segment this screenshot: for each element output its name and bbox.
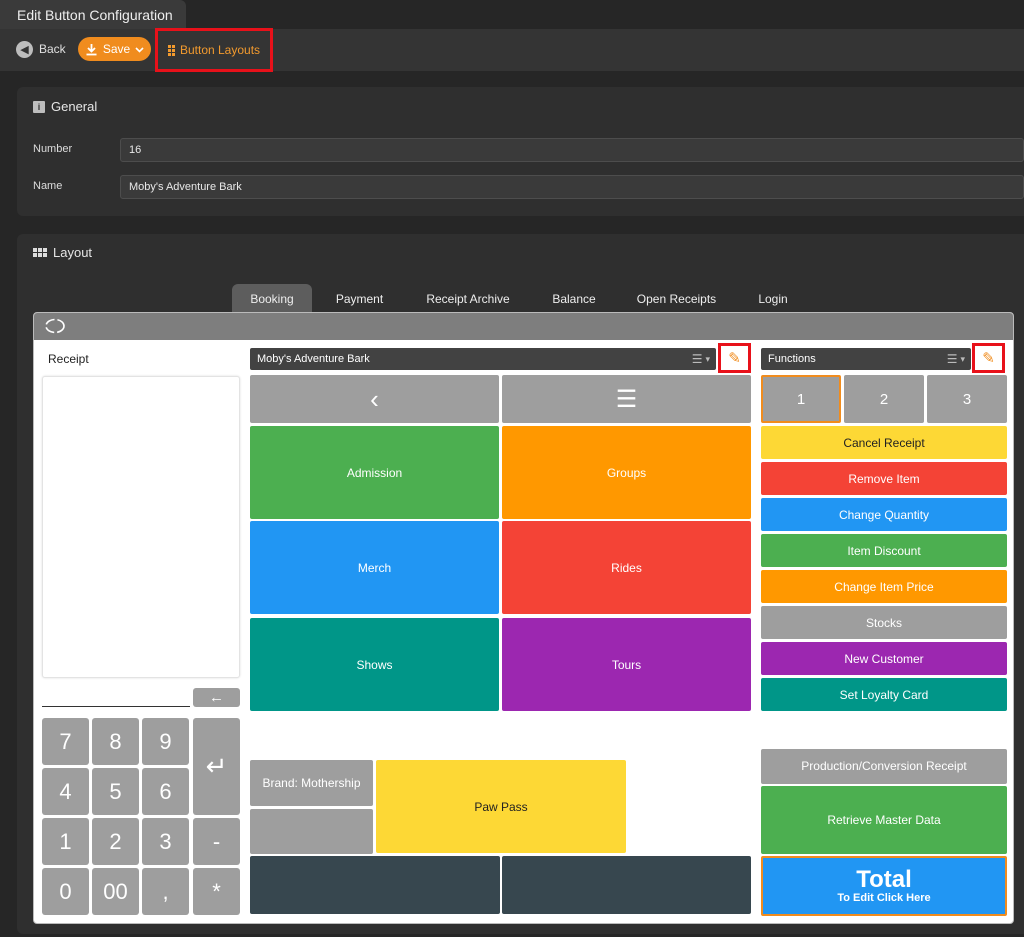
back-button[interactable]: ◀ Back — [16, 38, 66, 60]
set-loyalty-card-button[interactable]: Set Loyalty Card — [761, 678, 1007, 711]
functions-dropdown[interactable]: Functions ☰ ▾ — [761, 348, 971, 370]
tab-booking[interactable]: Booking — [232, 284, 312, 313]
back-button-label: Back — [39, 42, 66, 56]
key-6[interactable]: 6 — [142, 768, 189, 815]
nav-back-button[interactable]: ‹ — [250, 375, 499, 423]
info-icon: i — [33, 100, 45, 113]
remove-item-button[interactable]: Remove Item — [761, 462, 1007, 495]
layout-title-text: Layout — [53, 245, 93, 260]
total-label: Total — [856, 866, 912, 893]
button-layout-dropdown[interactable]: Moby's Adventure Bark ☰ ▾ — [250, 348, 716, 370]
number-field[interactable]: 16 — [120, 138, 1024, 162]
download-icon — [86, 43, 97, 55]
functions-dropdown-value: Functions — [768, 353, 816, 365]
list-icon: ☰ — [946, 352, 958, 366]
name-label: Name — [33, 180, 63, 192]
tab-receipt-archive[interactable]: Receipt Archive — [413, 284, 523, 313]
key-comma[interactable]: , — [142, 868, 189, 915]
tab-payment[interactable]: Payment — [322, 284, 397, 313]
function-page-3[interactable]: 3 — [927, 375, 1007, 423]
layout-grid-icon — [167, 44, 175, 56]
button-layouts-button[interactable]: Button Layouts — [155, 28, 273, 72]
enter-key[interactable]: ↵ — [193, 718, 240, 815]
key-5[interactable]: 5 — [92, 768, 139, 815]
key-0[interactable]: 0 — [42, 868, 89, 915]
function-page-1[interactable]: 1 — [761, 375, 841, 423]
receipt-label: Receipt — [48, 352, 89, 366]
function-page-2[interactable]: 2 — [844, 375, 924, 423]
item-discount-button[interactable]: Item Discount — [761, 534, 1007, 567]
key-asterisk[interactable]: * — [193, 868, 240, 915]
key-4[interactable]: 4 — [42, 768, 89, 815]
pencil-icon: ✎ — [982, 350, 995, 367]
chevron-down-icon: ▾ — [705, 353, 710, 364]
name-field[interactable]: Moby's Adventure Bark — [120, 175, 1024, 199]
edit-layout-button[interactable]: ✎ — [718, 343, 751, 373]
receipt-area — [42, 376, 240, 678]
nav-menu-button[interactable]: ☰ — [502, 375, 751, 423]
total-sublabel: To Edit Click Here — [837, 892, 931, 904]
category-groups[interactable]: Groups — [502, 426, 751, 519]
key-7[interactable]: 7 — [42, 718, 89, 765]
category-tours[interactable]: Tours — [502, 618, 751, 711]
tab-balance[interactable]: Balance — [540, 284, 608, 313]
stocks-button[interactable]: Stocks — [761, 606, 1007, 639]
key-00[interactable]: 00 — [92, 868, 139, 915]
retrieve-master-data-button[interactable]: Retrieve Master Data — [761, 786, 1007, 854]
empty-gray-button[interactable] — [250, 809, 373, 854]
category-merch[interactable]: Merch — [250, 521, 499, 614]
button-layout-dropdown-value: Moby's Adventure Bark — [257, 353, 370, 365]
tab-login[interactable]: Login — [746, 284, 800, 313]
category-admission[interactable]: Admission — [250, 426, 499, 519]
pos-preview: Receipt ← 7 8 9 ↵ 4 5 6 1 2 3 - 0 00 , *… — [33, 312, 1014, 924]
save-button-label: Save — [102, 42, 131, 56]
key-1[interactable]: 1 — [42, 818, 89, 865]
general-title-text: General — [51, 99, 98, 114]
change-item-price-button[interactable]: Change Item Price — [761, 570, 1007, 603]
edit-functions-button[interactable]: ✎ — [972, 343, 1005, 373]
total-button[interactable]: Total To Edit Click Here — [761, 856, 1007, 916]
paw-pass-button[interactable]: Paw Pass — [376, 760, 626, 853]
number-label: Number — [33, 143, 73, 155]
key-minus[interactable]: - — [193, 818, 240, 865]
toolbar — [0, 29, 1024, 71]
category-shows[interactable]: Shows — [250, 618, 499, 711]
chevron-down-icon: ▾ — [960, 353, 965, 364]
pos-header-bar — [34, 313, 1013, 340]
pencil-icon: ✎ — [728, 350, 741, 367]
general-title: i General — [33, 99, 97, 114]
new-customer-button[interactable]: New Customer — [761, 642, 1007, 675]
brand-button[interactable]: Brand: Mothership — [250, 760, 373, 806]
key-3[interactable]: 3 — [142, 818, 189, 865]
button-layouts-label: Button Layouts — [179, 43, 261, 57]
amount-input-line[interactable] — [42, 706, 190, 707]
window-title: Edit Button Configuration — [17, 6, 173, 23]
key-8[interactable]: 8 — [92, 718, 139, 765]
layout-title: Layout — [33, 245, 92, 260]
save-button[interactable]: Save — [78, 37, 151, 61]
back-arrow-icon: ◀ — [16, 40, 33, 58]
empty-dark-button-right[interactable] — [502, 856, 751, 914]
window-title-tab: Edit Button Configuration — [0, 0, 186, 29]
tab-open-receipts[interactable]: Open Receipts — [625, 284, 728, 313]
empty-dark-button-left[interactable] — [250, 856, 500, 914]
key-2[interactable]: 2 — [92, 818, 139, 865]
change-quantity-button[interactable]: Change Quantity — [761, 498, 1007, 531]
backspace-key[interactable]: ← — [193, 688, 240, 707]
production-conversion-receipt-button[interactable]: Production/Conversion Receipt — [761, 749, 1007, 784]
key-9[interactable]: 9 — [142, 718, 189, 765]
layout-grid-icon — [33, 248, 47, 257]
chevron-down-icon — [135, 46, 144, 53]
list-icon: ☰ — [691, 352, 703, 366]
refresh-icon[interactable] — [44, 317, 66, 335]
cancel-receipt-button[interactable]: Cancel Receipt — [761, 426, 1007, 459]
category-rides[interactable]: Rides — [502, 521, 751, 614]
